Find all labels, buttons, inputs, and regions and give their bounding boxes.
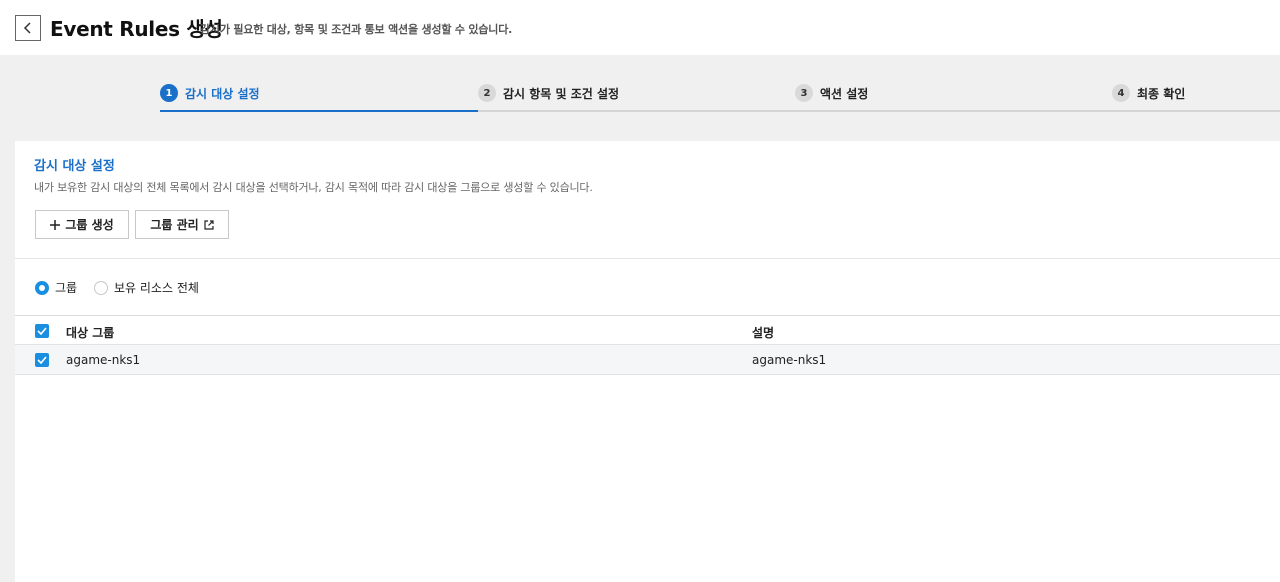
step-number: 3 [795,84,813,102]
page-subtitle: 감시가 필요한 대상, 항목 및 조건과 통보 액션을 생성할 수 있습니다. [200,23,513,36]
step-action-settings[interactable]: 3 액션 설정 [795,80,1113,112]
select-all-checkbox[interactable] [35,324,49,338]
section-title: 감시 대상 설정 [34,159,115,174]
active-step-indicator [160,110,478,112]
step-target-settings[interactable]: 1 감시 대상 설정 [160,80,478,112]
column-header-description[interactable]: 설명 [752,324,774,341]
manage-group-button[interactable]: 그룹 관리 [135,210,229,239]
column-header-target-group[interactable]: 대상 그룹 [66,324,114,341]
manage-group-label: 그룹 관리 [150,218,199,232]
table-header-row: 대상 그룹 설명 [15,315,1280,345]
cell-target-group: agame-nks1 [66,353,141,367]
section-description: 내가 보유한 감시 대상의 전체 목록에서 감시 대상을 선택하거나, 감시 목… [34,181,593,194]
step-label: 감시 대상 설정 [185,87,260,101]
external-link-icon [204,219,214,230]
radio-label: 그룹 [55,281,78,295]
radio-group-option[interactable]: 그룹 [35,279,77,296]
page-title: Event Rules 생성 [50,17,223,41]
create-group-button[interactable]: 그룹 생성 [35,210,129,239]
content-panel: 감시 대상 설정 내가 보유한 감시 대상의 전체 목록에서 감시 대상을 선택… [15,141,1280,582]
plus-icon [50,219,61,230]
step-items-conditions[interactable]: 2 감시 항목 및 조건 설정 [478,80,796,112]
radio-label: 보유 리소스 전체 [114,281,199,295]
step-final-review[interactable]: 4 최종 확인 [1112,80,1280,112]
step-label: 액션 설정 [820,87,869,101]
radio-unchecked-icon [94,280,108,295]
section-divider [15,258,1280,259]
radio-checked-icon [35,280,49,295]
step-number: 2 [478,84,496,102]
target-group-table: 대상 그룹 설명 agame-nks1 agame-nks1 [15,315,1280,375]
cell-description: agame-nks1 [752,353,827,367]
step-label: 최종 확인 [1137,87,1186,101]
checkmark-icon [37,327,47,335]
chevron-left-icon [23,22,31,34]
create-group-label: 그룹 생성 [65,218,114,232]
wizard-stepper: 1 감시 대상 설정 2 감시 항목 및 조건 설정 3 액션 설정 4 최종 … [160,80,1280,112]
checkmark-icon [37,356,47,364]
step-number: 4 [1112,84,1130,102]
page-header: Event Rules 생성 감시가 필요한 대상, 항목 및 조건과 통보 액… [0,0,1280,55]
back-button[interactable] [15,15,41,41]
table-row[interactable]: agame-nks1 agame-nks1 [15,345,1280,375]
row-checkbox[interactable] [35,353,49,367]
radio-all-resources-option[interactable]: 보유 리소스 전체 [94,279,199,296]
step-number: 1 [160,84,178,102]
step-label: 감시 항목 및 조건 설정 [503,87,620,101]
